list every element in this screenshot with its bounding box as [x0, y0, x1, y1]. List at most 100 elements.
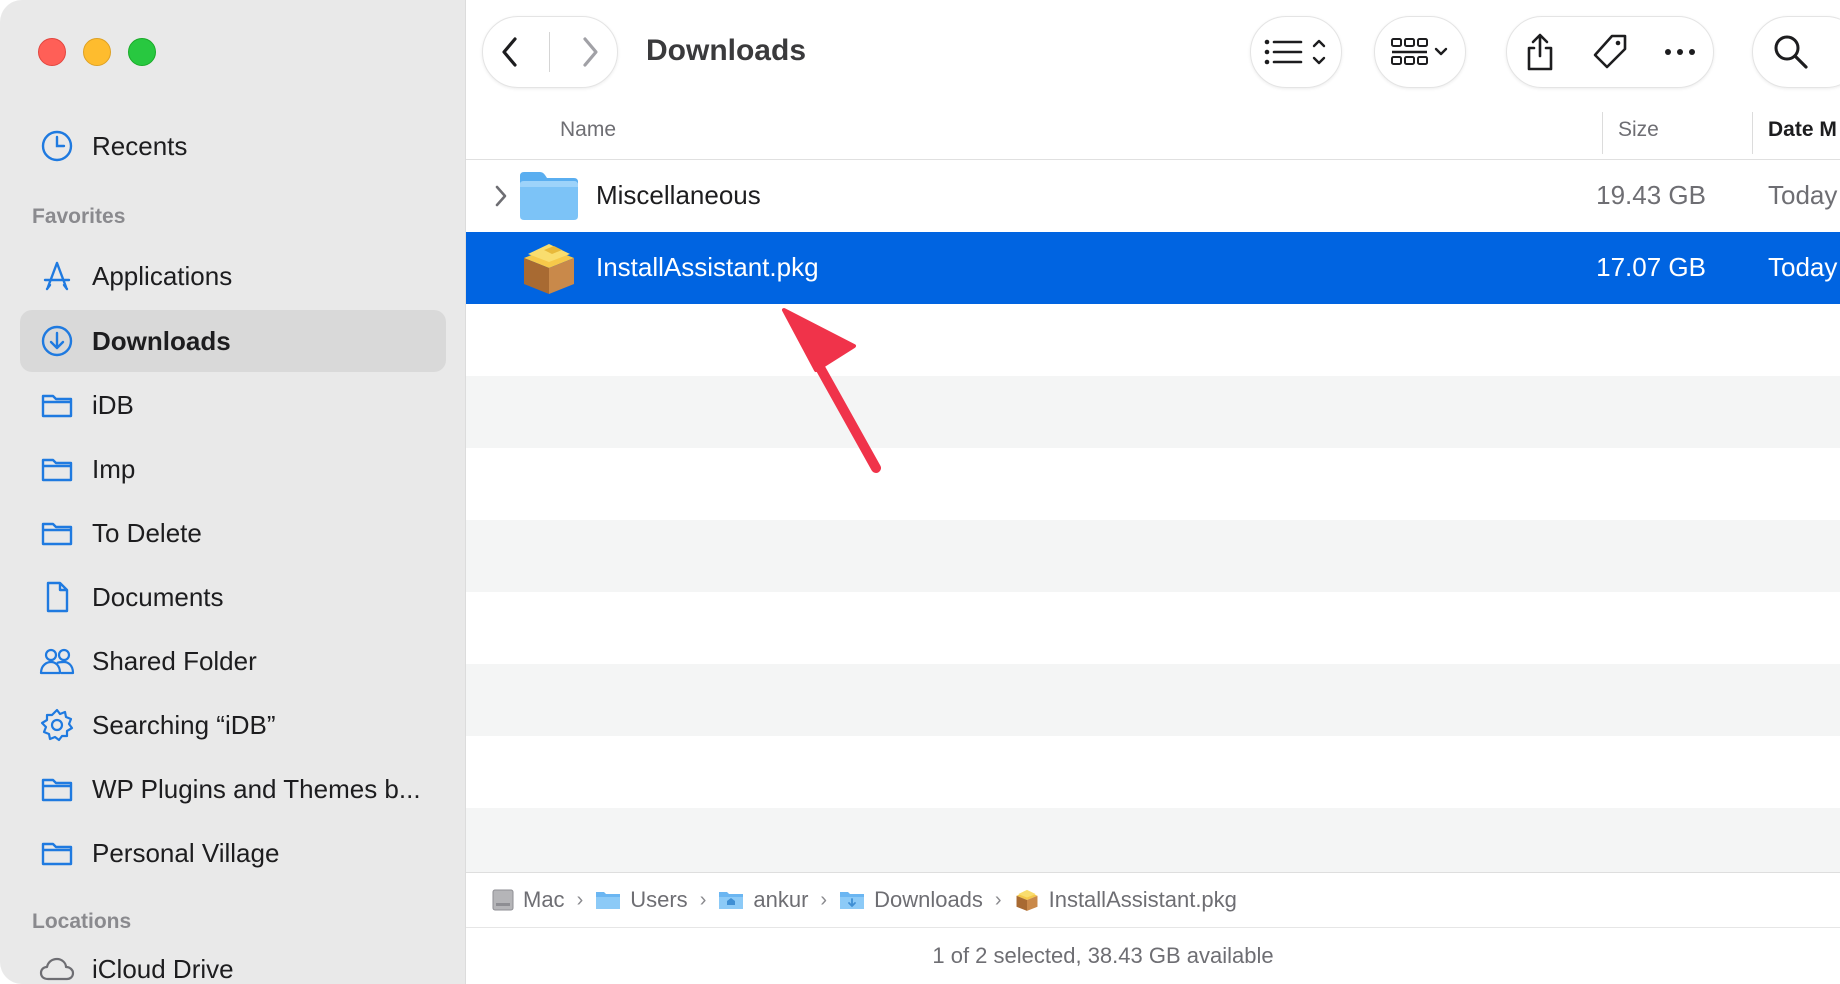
package-icon — [1016, 889, 1038, 911]
sidebar-item-label: Downloads — [92, 325, 231, 356]
shared-folder-icon — [38, 642, 76, 680]
sidebar-item-idb[interactable]: iDB — [20, 374, 446, 436]
applications-icon — [38, 257, 76, 295]
sidebar-item-label: Documents — [92, 581, 224, 612]
empty-row — [466, 664, 1840, 736]
tag-button[interactable] — [1590, 22, 1630, 82]
column-name[interactable]: Name — [560, 118, 616, 142]
downloads-icon — [38, 322, 76, 360]
gear-icon — [38, 706, 76, 744]
path-item-mac[interactable]: Mac — [492, 887, 565, 913]
group-button[interactable] — [1390, 22, 1450, 82]
icloud-icon — [38, 950, 76, 984]
file-name: InstallAssistant.pkg — [596, 252, 819, 282]
back-button[interactable] — [496, 22, 524, 82]
close-button[interactable] — [38, 38, 66, 66]
empty-row — [466, 808, 1840, 880]
downloads-folder-icon — [840, 892, 865, 909]
path-item-users[interactable]: Users — [595, 887, 688, 913]
action-buttons — [1506, 16, 1714, 88]
list-view-button[interactable] — [1263, 22, 1329, 82]
window-title: Downloads — [646, 34, 807, 67]
sidebar-item-label: Shared Folder — [92, 645, 257, 676]
sidebar-item-label: Applications — [92, 260, 233, 291]
toolbar: Downloads — [466, 0, 1840, 106]
sidebar-item-applications[interactable]: Applications — [20, 245, 446, 307]
empty-row — [466, 304, 1840, 376]
annotation-arrow-icon — [782, 308, 881, 473]
sidebar-item-downloads[interactable]: Downloads — [20, 310, 446, 372]
disk-icon — [492, 889, 514, 911]
sidebar: Recents Favorites Applications Downloads… — [0, 0, 466, 984]
sidebar-item-label: iCloud Drive — [92, 953, 234, 984]
empty-row — [466, 592, 1840, 664]
sidebar-item-searching-idb[interactable]: Searching “iDB” — [20, 694, 446, 756]
sidebar-item-label: Searching “iDB” — [92, 709, 276, 740]
zoom-button[interactable] — [128, 38, 156, 66]
nav-buttons — [482, 16, 618, 88]
share-icon — [1528, 33, 1553, 71]
search-pill — [1752, 16, 1840, 88]
sidebar-item-label: Imp — [92, 453, 136, 484]
sidebar-item-label: iDB — [92, 389, 134, 420]
path-separator: › — [576, 888, 584, 911]
file-size: 19.43 GB — [1596, 180, 1706, 210]
empty-row — [466, 520, 1840, 592]
file-size: 17.07 GB — [1596, 252, 1706, 282]
chevron-left-icon — [502, 37, 517, 67]
sidebar-item-wp-plugins[interactable]: WP Plugins and Themes b... — [20, 758, 446, 820]
group-options — [1374, 16, 1466, 88]
sidebar-item-label: WP Plugins and Themes b... — [92, 773, 421, 804]
forward-button[interactable] — [576, 22, 604, 82]
sidebar-item-label: Personal Village — [92, 837, 280, 868]
column-divider[interactable] — [1602, 112, 1603, 154]
minimize-button[interactable] — [83, 38, 111, 66]
window-controls — [38, 38, 156, 66]
column-divider[interactable] — [1752, 112, 1753, 154]
document-icon — [38, 578, 76, 616]
folder-icon — [38, 450, 76, 488]
column-header: Name Size Date M — [466, 106, 1840, 160]
path-separator: › — [699, 888, 707, 911]
empty-row — [466, 376, 1840, 448]
sidebar-item-recents[interactable]: Recents — [20, 115, 446, 177]
column-date-modified[interactable]: Date M — [1768, 118, 1837, 142]
sidebar-item-icloud-drive[interactable]: iCloud Drive — [20, 938, 446, 984]
ellipsis-icon — [1664, 49, 1695, 55]
finder-window: Recents Favorites Applications Downloads… — [0, 0, 1840, 984]
chevron-right-icon — [583, 37, 598, 67]
folder-icon — [520, 172, 578, 220]
table-row[interactable]: Miscellaneous 19.43 GB Today — [466, 160, 1840, 232]
empty-row — [466, 448, 1840, 520]
path-separator: › — [820, 888, 828, 911]
table-row-selected[interactable]: InstallAssistant.pkg 17.07 GB Today — [466, 232, 1840, 304]
sidebar-item-shared-folder[interactable]: Shared Folder — [20, 630, 446, 692]
file-list: Miscellaneous 19.43 GB Today InstallAssi… — [466, 160, 1840, 880]
grid-icon — [1391, 38, 1448, 65]
list-view-icon — [1264, 39, 1326, 65]
sidebar-item-personal-village[interactable]: Personal Village — [20, 822, 446, 884]
disclosure-chevron-icon[interactable] — [494, 184, 508, 208]
sidebar-item-documents[interactable]: Documents — [20, 566, 446, 628]
file-name: Miscellaneous — [596, 180, 761, 210]
view-options — [1250, 16, 1342, 88]
share-button[interactable] — [1523, 22, 1557, 82]
path-item-installassistant[interactable]: InstallAssistant.pkg — [1014, 887, 1237, 913]
path-item-downloads[interactable]: Downloads — [839, 887, 983, 913]
empty-row — [466, 736, 1840, 808]
more-button[interactable] — [1663, 22, 1697, 82]
sidebar-item-to-delete[interactable]: To Delete — [20, 502, 446, 564]
path-item-ankur[interactable]: ankur — [718, 887, 808, 913]
column-size[interactable]: Size — [1618, 118, 1659, 142]
locations-header: Locations — [32, 910, 132, 933]
path-separator: › — [994, 888, 1002, 911]
folder-icon — [38, 770, 76, 808]
folder-icon — [38, 386, 76, 424]
search-button[interactable] — [1772, 22, 1810, 82]
tag-icon — [1593, 34, 1627, 69]
sidebar-item-label: To Delete — [92, 517, 202, 548]
folder-icon — [38, 834, 76, 872]
sidebar-item-label: Recents — [92, 130, 188, 161]
sidebar-item-imp[interactable]: Imp — [20, 438, 446, 500]
status-text: 1 of 2 selected, 38.43 GB available — [932, 943, 1274, 968]
